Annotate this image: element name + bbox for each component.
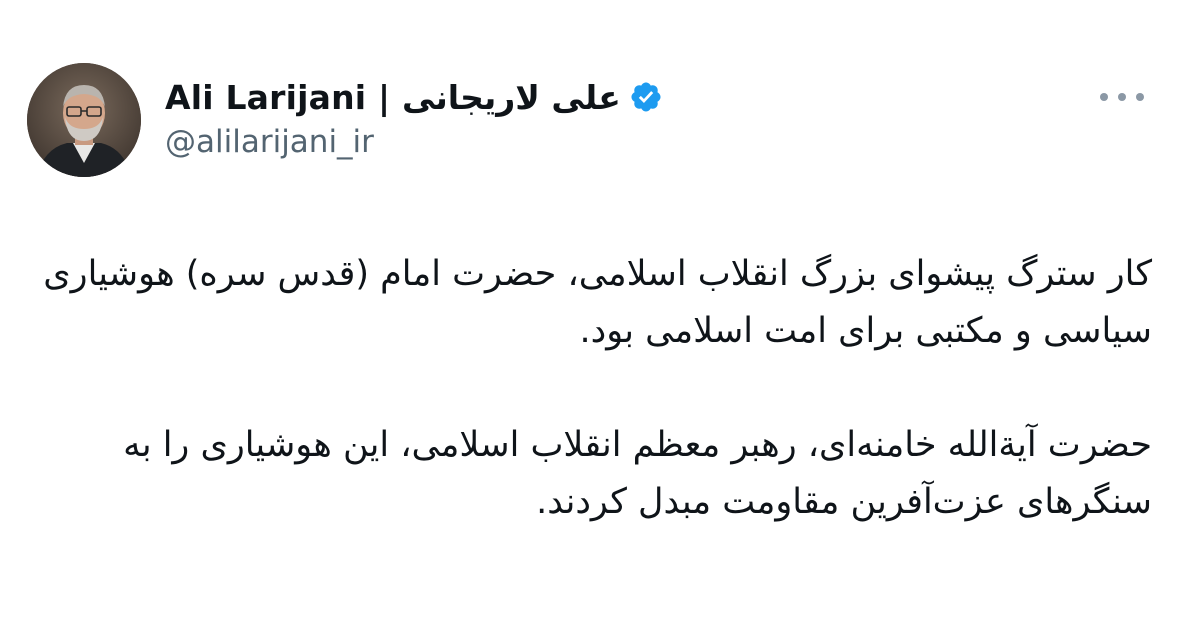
avatar-photo-icon [27,63,141,177]
dot [1100,93,1108,101]
tweet-card: Ali Larijani | علی لاریجانی @alilarijani… [0,0,1179,629]
author-handle[interactable]: @alilarijani_ir [165,124,374,160]
dot [1118,93,1126,101]
more-options-icon[interactable] [1100,82,1144,112]
author-name-row[interactable]: Ali Larijani | علی لاریجانی [165,74,663,120]
verified-badge-icon[interactable] [629,80,663,114]
tweet-paragraph-2: حضرت آیةالله خامنه‌ای، رهبر معظم انقلاب … [123,425,1152,522]
author-avatar[interactable] [27,63,141,177]
author-display-name[interactable]: Ali Larijani | علی لاریجانی [165,78,621,117]
tweet-text: کار سترگ پیشوای بزرگ انقلاب اسلامی، حضرت… [27,246,1152,531]
tweet-paragraph-1: کار سترگ پیشوای بزرگ انقلاب اسلامی، حضرت… [43,254,1152,351]
dot [1136,93,1144,101]
